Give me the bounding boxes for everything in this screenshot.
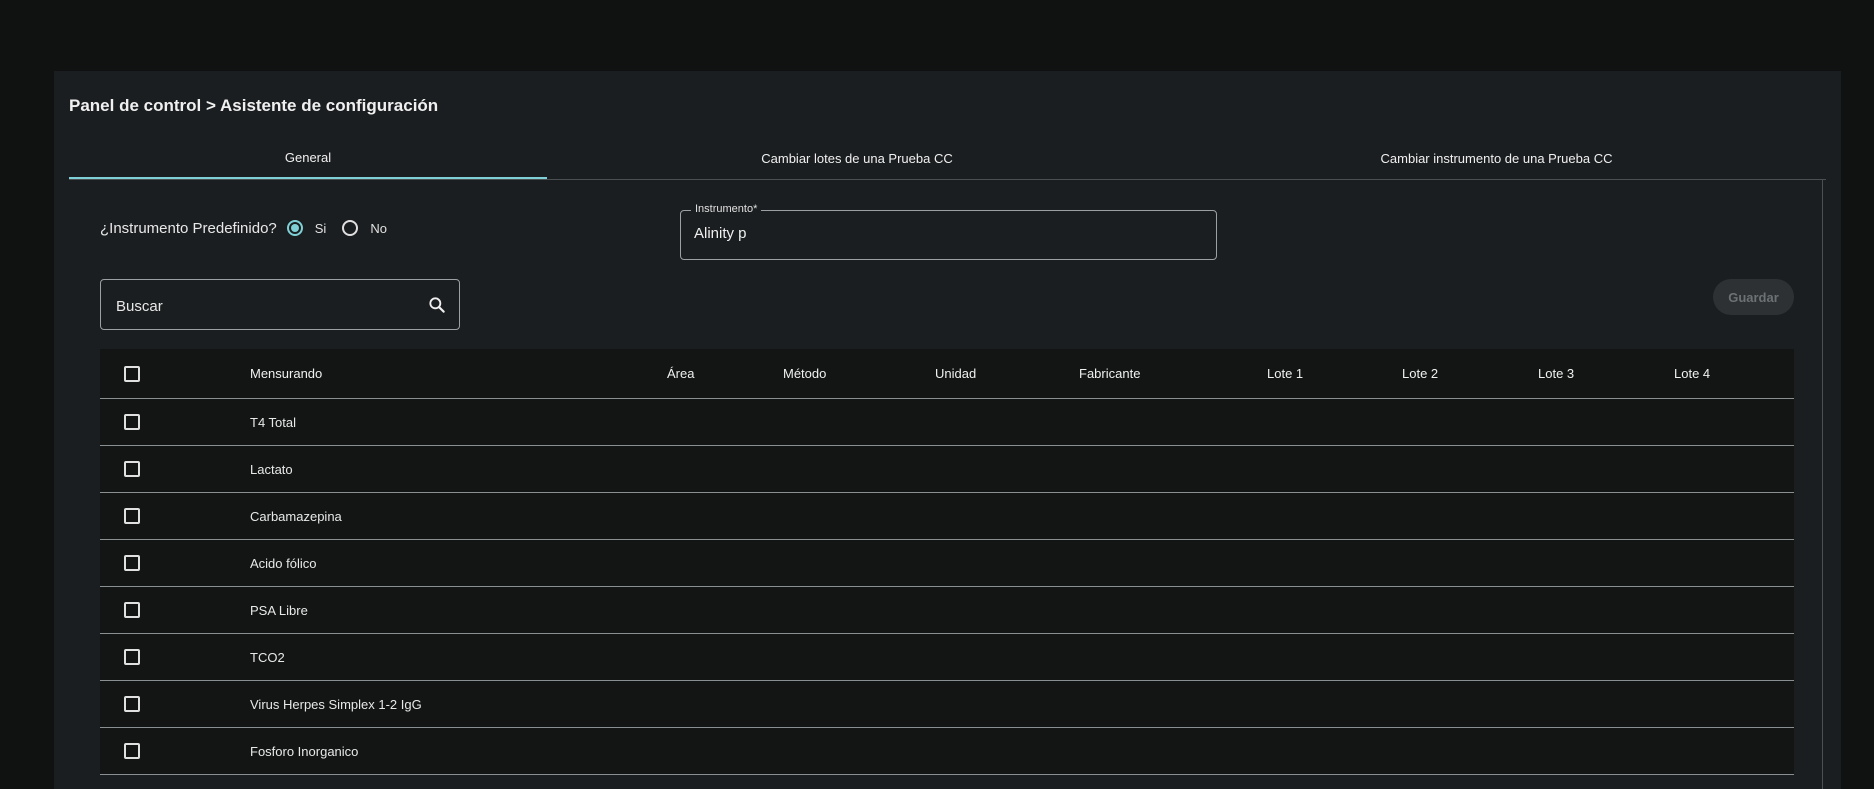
breadcrumb: Panel de control > Asistente de configur… bbox=[69, 96, 439, 115]
col-lote-3[interactable]: Lote 3 bbox=[1538, 349, 1574, 398]
mensurando-cell: Lactato bbox=[250, 461, 293, 477]
col-lote-1[interactable]: Lote 1 bbox=[1267, 349, 1303, 398]
mensurando-cell: Virus Herpes Simplex 1-2 IgG bbox=[250, 696, 422, 712]
table-row[interactable]: Virus Herpes Simplex 1-2 IgG bbox=[100, 681, 1794, 728]
search-box bbox=[100, 279, 460, 330]
content-divider bbox=[1822, 179, 1823, 789]
select-all-checkbox[interactable] bbox=[124, 365, 140, 382]
table-row[interactable]: TCO2 bbox=[100, 634, 1794, 681]
save-button[interactable]: Guardar bbox=[1713, 279, 1794, 315]
tab-cambiar-instrumento[interactable]: Cambiar instrumento de una Prueba CC bbox=[1167, 137, 1826, 179]
instrument-value: Alinity p bbox=[694, 225, 747, 242]
predefined-instrument-group: ¿Instrumento Predefinido? Si No bbox=[100, 218, 387, 238]
col-metodo[interactable]: Método bbox=[783, 349, 826, 398]
row-checkbox[interactable] bbox=[124, 461, 140, 477]
col-mensurando[interactable]: Mensurando bbox=[250, 349, 322, 398]
config-panel: Panel de control > Asistente de configur… bbox=[54, 71, 1841, 789]
row-checkbox[interactable] bbox=[124, 555, 140, 571]
instrument-label: Instrumento* bbox=[691, 203, 762, 215]
row-checkbox[interactable] bbox=[124, 414, 140, 430]
col-lote-2[interactable]: Lote 2 bbox=[1402, 349, 1438, 398]
mensurando-cell: PSA Libre bbox=[250, 602, 308, 618]
tab-general[interactable]: General bbox=[69, 137, 547, 179]
table-header-row: Mensurando Área Método Unidad Fabricante… bbox=[100, 349, 1794, 399]
col-lote-4[interactable]: Lote 4 bbox=[1674, 349, 1710, 398]
predefined-question: ¿Instrumento Predefinido? bbox=[100, 219, 277, 237]
radio-no[interactable] bbox=[342, 220, 359, 236]
measurand-table: Mensurando Área Método Unidad Fabricante… bbox=[100, 349, 1794, 775]
tab-cambiar-lotes[interactable]: Cambiar lotes de una Prueba CC bbox=[547, 137, 1167, 179]
search-input[interactable] bbox=[114, 294, 418, 318]
tab-bar: General Cambiar lotes de una Prueba CC C… bbox=[69, 137, 1826, 180]
table-row[interactable]: Fosforo Inorganico bbox=[100, 728, 1794, 775]
radio-yes-label: Si bbox=[314, 220, 327, 236]
table-row[interactable]: PSA Libre bbox=[100, 587, 1794, 634]
mensurando-cell: Acido fólico bbox=[250, 555, 317, 571]
row-checkbox[interactable] bbox=[124, 696, 140, 712]
search-icon[interactable] bbox=[427, 295, 447, 315]
table-row[interactable]: T4 Total bbox=[100, 399, 1794, 446]
table-row[interactable]: Carbamazepina bbox=[100, 493, 1794, 540]
row-checkbox[interactable] bbox=[124, 743, 140, 759]
row-checkbox[interactable] bbox=[124, 508, 140, 524]
instrument-field[interactable]: Instrumento* Alinity p bbox=[680, 203, 1217, 260]
mensurando-cell: TCO2 bbox=[250, 649, 285, 665]
row-checkbox[interactable] bbox=[124, 649, 140, 665]
col-area[interactable]: Área bbox=[667, 349, 694, 398]
col-fabricante[interactable]: Fabricante bbox=[1079, 349, 1140, 398]
mensurando-cell: T4 Total bbox=[250, 414, 297, 430]
table-row[interactable]: Lactato bbox=[100, 446, 1794, 493]
row-checkbox[interactable] bbox=[124, 602, 140, 618]
mensurando-cell: Carbamazepina bbox=[250, 508, 342, 524]
col-unidad[interactable]: Unidad bbox=[935, 349, 976, 398]
radio-no-label: No bbox=[370, 220, 387, 236]
radio-yes[interactable] bbox=[286, 220, 303, 236]
table-row[interactable]: Acido fólico bbox=[100, 540, 1794, 587]
mensurando-cell: Fosforo Inorganico bbox=[250, 743, 359, 759]
